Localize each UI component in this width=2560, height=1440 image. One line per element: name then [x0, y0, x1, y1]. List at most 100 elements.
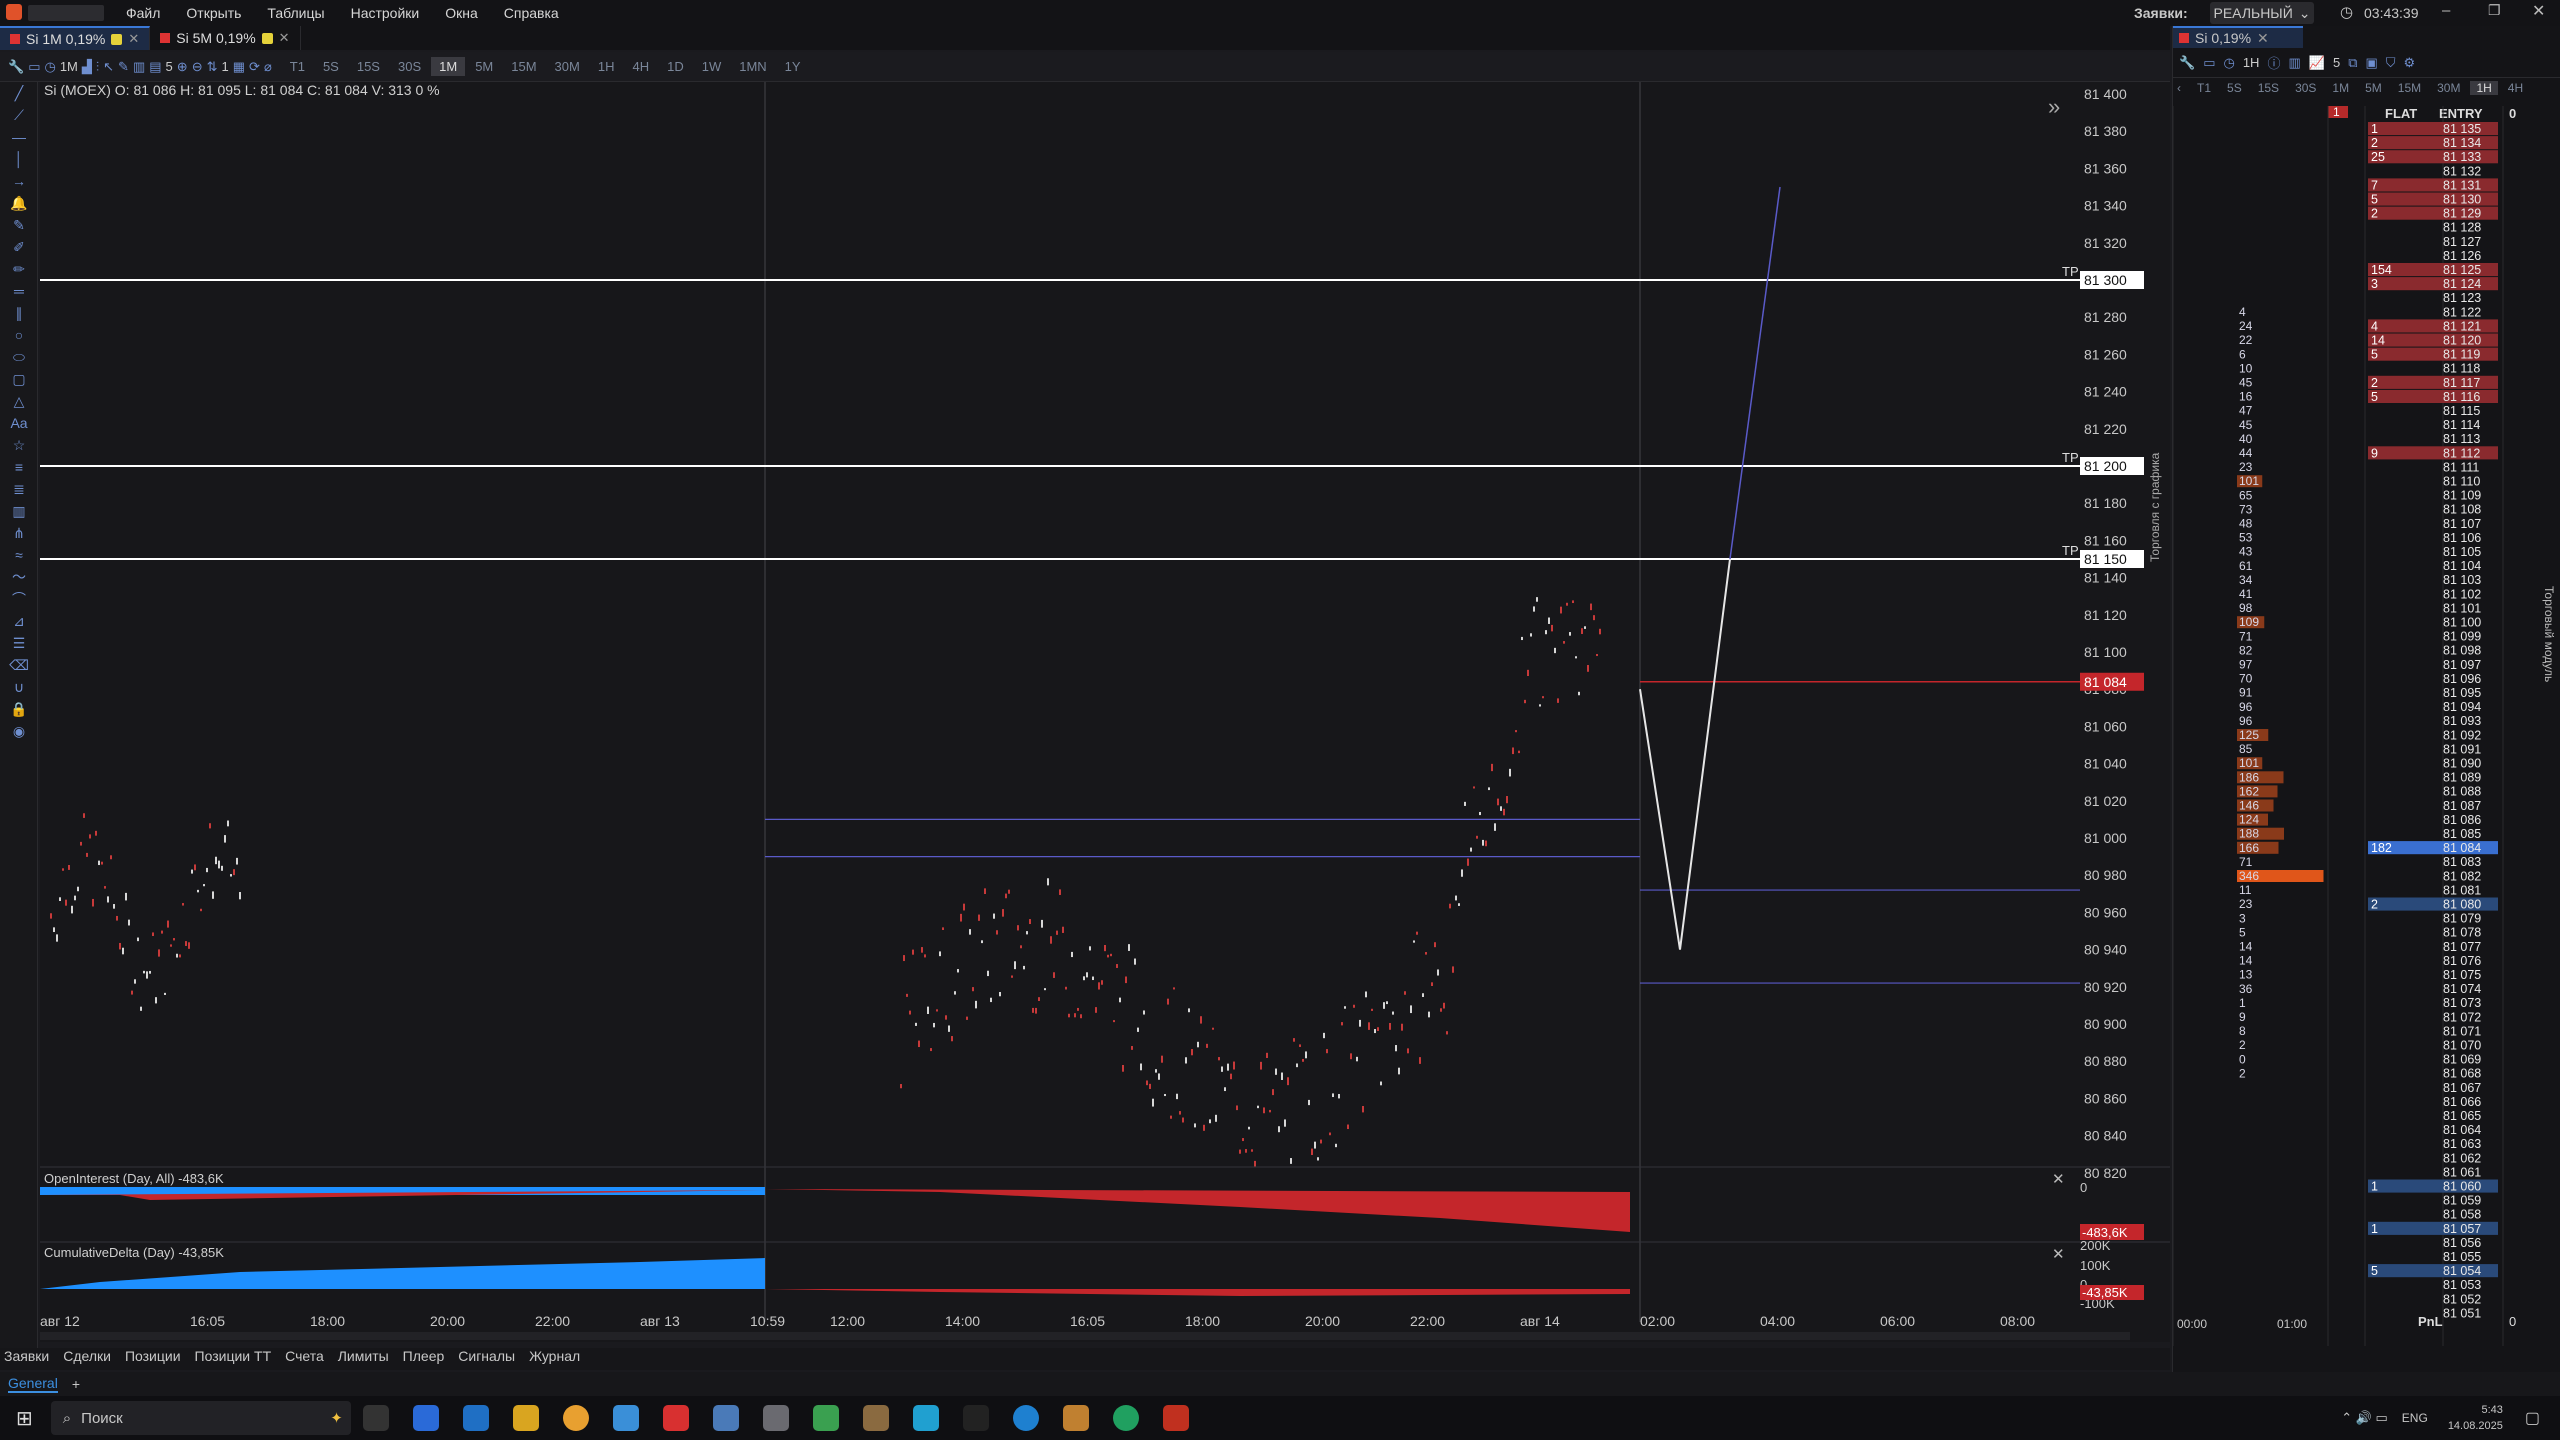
- dom-order-volume[interactable]: 1: [2371, 1180, 2378, 1194]
- trading-app-icon[interactable]: [1162, 1405, 1189, 1431]
- dom-price[interactable]: 81 098: [2443, 644, 2481, 658]
- dom-price[interactable]: 81 083: [2443, 855, 2481, 869]
- chart-icon[interactable]: 📈: [2309, 55, 2325, 71]
- dom-price[interactable]: 81 128: [2443, 221, 2481, 235]
- dom-timeframe-button[interactable]: 30M: [2431, 81, 2466, 95]
- cursor-icon[interactable]: ↖: [103, 59, 114, 75]
- timeframe-button[interactable]: 5S: [315, 57, 347, 76]
- dom-order-volume[interactable]: 14: [2371, 334, 2385, 348]
- text-icon[interactable]: Aa: [0, 412, 38, 434]
- dom-price[interactable]: 81 052: [2443, 1292, 2481, 1306]
- dom-order-volume[interactable]: 154: [2371, 263, 2392, 277]
- forecast-arrow[interactable]: [1639, 558, 1731, 950]
- dom-order-volume[interactable]: 5: [2371, 348, 2378, 362]
- dom-order-volume[interactable]: 1: [2371, 122, 2378, 136]
- refresh-icon[interactable]: ⟳: [249, 59, 260, 75]
- outlook-icon[interactable]: [462, 1405, 489, 1431]
- dom-price[interactable]: 81 058: [2443, 1208, 2481, 1222]
- app7-icon[interactable]: [1062, 1405, 1089, 1431]
- dom-price[interactable]: 81 102: [2443, 587, 2481, 601]
- dom-price[interactable]: 81 093: [2443, 714, 2481, 728]
- pitchfork-icon[interactable]: ⋔: [0, 522, 38, 544]
- dom-price[interactable]: 81 131: [2443, 178, 2481, 192]
- dom-timeframe-button[interactable]: T1: [2191, 81, 2217, 95]
- timeframe-button[interactable]: 4H: [624, 57, 657, 76]
- dom-price[interactable]: 81 100: [2443, 616, 2481, 630]
- drawing-icon[interactable]: ✎: [118, 59, 129, 75]
- star-icon[interactable]: ☆: [0, 434, 38, 456]
- dom-price[interactable]: 81 132: [2443, 164, 2481, 178]
- dom-price[interactable]: 81 135: [2443, 122, 2481, 136]
- dom-price[interactable]: 81 071: [2443, 1024, 2481, 1038]
- channel-icon[interactable]: ═: [0, 280, 38, 302]
- dom-price[interactable]: 81 097: [2443, 658, 2481, 672]
- close-tab-icon[interactable]: ✕: [2257, 30, 2269, 47]
- wrench-icon[interactable]: 🔧: [2179, 55, 2195, 71]
- dom-order-volume[interactable]: 2: [2371, 136, 2378, 150]
- curve-icon[interactable]: ⌒: [0, 588, 38, 610]
- link-icon[interactable]: ⌀: [264, 59, 272, 75]
- timeframe-button[interactable]: 30M: [547, 57, 588, 76]
- note-icon[interactable]: ☰: [0, 632, 38, 654]
- dom-price[interactable]: 81 105: [2443, 545, 2481, 559]
- dom-price[interactable]: 81 063: [2443, 1137, 2481, 1151]
- entry-header[interactable]: ENTRY: [2439, 106, 2483, 121]
- dom-price[interactable]: 81 076: [2443, 954, 2481, 968]
- dom-price[interactable]: 81 096: [2443, 672, 2481, 686]
- bag-icon[interactable]: ▣: [2365, 55, 2377, 71]
- bottom-tab[interactable]: Заявки: [4, 1348, 49, 1370]
- menu-item[interactable]: Справка: [504, 5, 559, 21]
- dom-order-volume[interactable]: 2: [2371, 376, 2378, 390]
- app8-icon[interactable]: [1112, 1405, 1139, 1431]
- scale-icon[interactable]: ⇅: [207, 59, 218, 75]
- dom-order-volume[interactable]: 182: [2371, 841, 2392, 855]
- dom-price[interactable]: 81 091: [2443, 742, 2481, 756]
- menu-item[interactable]: Файл: [126, 5, 160, 21]
- dom-price[interactable]: 81 074: [2443, 982, 2481, 996]
- app3-icon[interactable]: [762, 1405, 789, 1431]
- dom-order-volume[interactable]: 9: [2371, 446, 2378, 460]
- workspace-tab-general[interactable]: General: [8, 1375, 58, 1393]
- lock-icon[interactable]: 🔒: [0, 698, 38, 720]
- dom-price[interactable]: 81 129: [2443, 207, 2481, 221]
- folder-icon[interactable]: ▭: [28, 59, 40, 75]
- dom-price[interactable]: 81 079: [2443, 912, 2481, 926]
- dom-price[interactable]: 81 055: [2443, 1250, 2481, 1264]
- wave-icon[interactable]: 〜: [0, 566, 38, 588]
- bottom-tab[interactable]: Позиции ТТ: [195, 1348, 272, 1370]
- dom-price[interactable]: 81 078: [2443, 926, 2481, 940]
- dom-price[interactable]: 81 059: [2443, 1194, 2481, 1208]
- dom-price[interactable]: 81 056: [2443, 1236, 2481, 1250]
- chart-canvas[interactable]: 81 400 81 380 81 360 81 340 81 320 81 300 81 2…: [40, 82, 2170, 1342]
- circle-icon[interactable]: ○: [0, 324, 38, 346]
- dom-price[interactable]: 81 053: [2443, 1278, 2481, 1292]
- dom-timeframe-button[interactable]: 15M: [2392, 81, 2427, 95]
- template-icon[interactable]: ▤: [149, 59, 161, 75]
- dom-price[interactable]: 81 073: [2443, 996, 2481, 1010]
- price-chart[interactable]: 81 400 81 380 81 360 81 340 81 320 81 300 81 2…: [40, 82, 2170, 1342]
- dom-price[interactable]: 81 103: [2443, 573, 2481, 587]
- timeframe-button[interactable]: 1W: [694, 57, 730, 76]
- dom-order-volume[interactable]: 5: [2371, 390, 2378, 404]
- clock-icon[interactable]: ◷: [44, 59, 55, 75]
- dom-order-volume[interactable]: 2: [2371, 898, 2378, 912]
- dom-price[interactable]: 81 106: [2443, 531, 2481, 545]
- dom-price[interactable]: 81 072: [2443, 1010, 2481, 1024]
- taskbar-search[interactable]: ⌕ Поиск ✦: [50, 1401, 351, 1435]
- app-icon[interactable]: [612, 1405, 639, 1431]
- timeframe-button[interactable]: 1M: [431, 57, 466, 76]
- terminal-icon[interactable]: [962, 1405, 989, 1431]
- arrow-tool-icon[interactable]: →: [0, 170, 38, 192]
- timeframe-button[interactable]: 1MN: [731, 57, 774, 76]
- dom-price[interactable]: 81 107: [2443, 517, 2481, 531]
- gann-icon[interactable]: ≈: [0, 544, 38, 566]
- trade-from-chart-label[interactable]: Торговля с графика: [2148, 453, 2162, 562]
- close-panel-icon[interactable]: ✕: [2052, 1246, 2065, 1263]
- rectangle-icon[interactable]: ▢: [0, 368, 38, 390]
- wrench-icon[interactable]: 🔧: [8, 59, 24, 75]
- trade-module-label[interactable]: Торговый модуль: [2542, 586, 2556, 682]
- dom-price[interactable]: 81 130: [2443, 193, 2481, 207]
- grid-icon[interactable]: ▥: [0, 500, 38, 522]
- dom-price[interactable]: 81 099: [2443, 630, 2481, 644]
- timeframe-button[interactable]: 1H: [590, 57, 623, 76]
